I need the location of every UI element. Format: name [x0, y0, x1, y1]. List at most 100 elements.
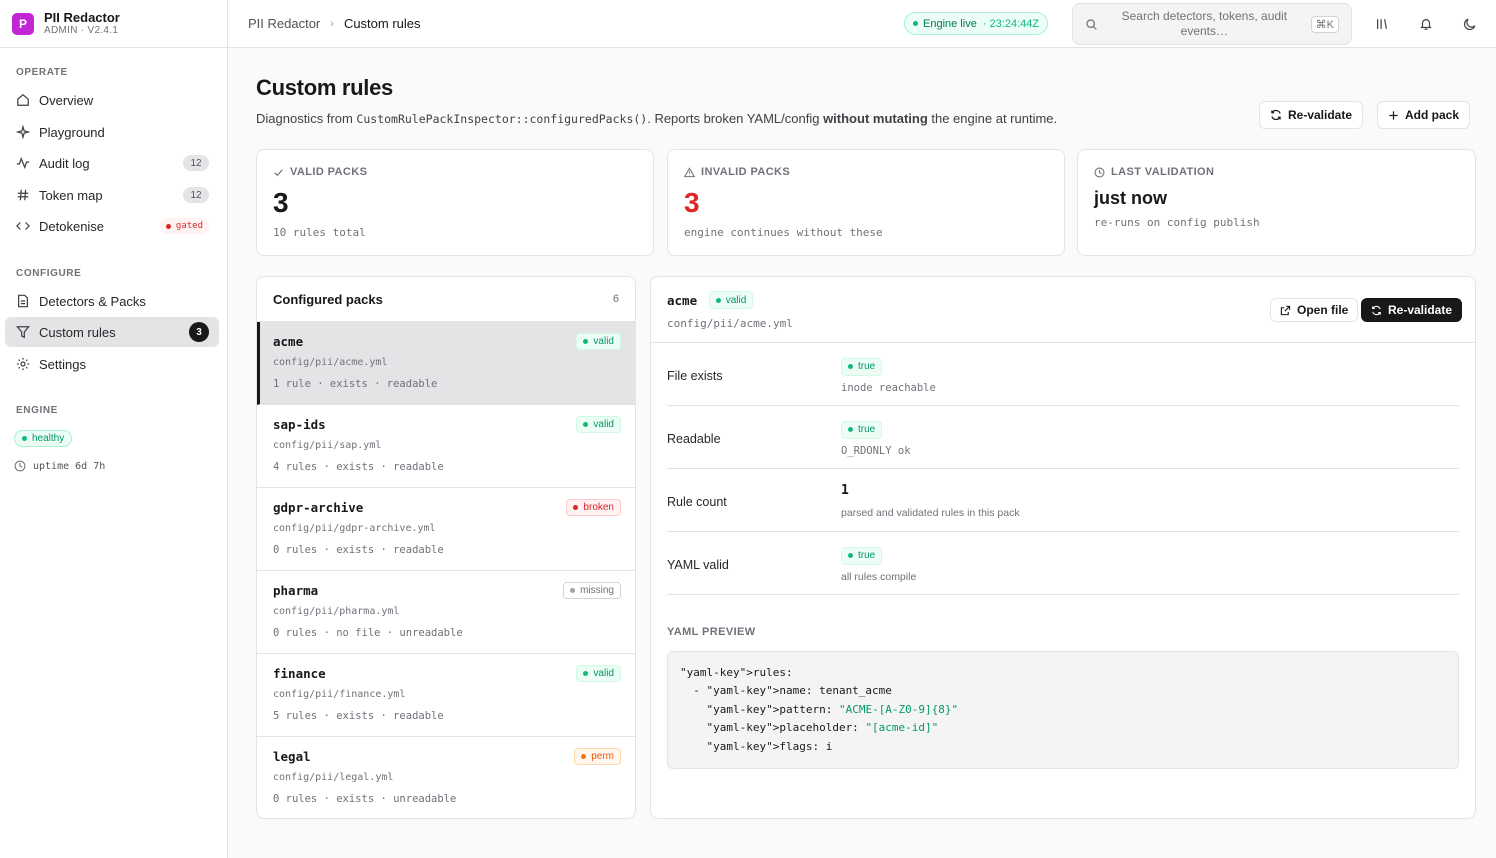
- yaml-preview-label: YAML PREVIEW: [667, 626, 756, 638]
- detail-revalidate-button[interactable]: Re-validate: [1361, 298, 1463, 322]
- true-badge: true: [841, 357, 883, 376]
- hash-icon: [15, 187, 31, 203]
- sidebar-item-settings[interactable]: Settings: [5, 349, 219, 379]
- detail-row-file-exists: File exists true inode reachable: [667, 343, 1459, 406]
- status-badge: perm: [574, 748, 621, 765]
- status-badge: valid: [576, 416, 621, 433]
- main-content: Custom rules Diagnostics from CustomRule…: [228, 48, 1496, 858]
- sidebar-item-token-map[interactable]: Token map 12: [5, 180, 219, 210]
- stat-value: just now: [1094, 188, 1167, 208]
- stat-valid-packs: VALID PACKS 3 10 rules total: [256, 149, 654, 256]
- stat-value: 3: [273, 187, 289, 218]
- pack-item[interactable]: finance config/pii/finance.yml 5 rules ·…: [257, 654, 635, 737]
- sidebar-item-detokenise[interactable]: Detokenise gated: [5, 211, 219, 241]
- detail-row-yaml-valid: YAML valid true all rules compile: [667, 532, 1459, 595]
- sidebar-item-custom-rules[interactable]: Custom rules 3: [5, 317, 219, 347]
- pack-item[interactable]: sap-ids config/pii/sap.yml 4 rules · exi…: [257, 405, 635, 488]
- detail-pack-name: acme: [667, 292, 698, 308]
- engine-status-pill: Engine live · 23:24:44Z: [904, 12, 1049, 35]
- yaml-line: "yaml-key">flags: i: [680, 739, 833, 753]
- sidebar-item-audit-log[interactable]: Audit log 12: [5, 148, 219, 178]
- sidebar-item-label: Playground: [39, 124, 105, 140]
- sidebar-item-label: Custom rules: [39, 324, 116, 340]
- sidebar-item-label: Settings: [39, 356, 86, 372]
- refresh-icon: [1271, 109, 1281, 121]
- page-title: Custom rules: [256, 75, 393, 100]
- breadcrumb-root[interactable]: PII Redactor: [248, 16, 320, 31]
- open-file-button[interactable]: Open file: [1270, 298, 1359, 322]
- sidebar-item-detectors-packs[interactable]: Detectors & Packs: [5, 286, 219, 316]
- detail-row-rule-count: Rule count 1 parsed and validated rules …: [667, 469, 1459, 532]
- breadcrumb-current: Custom rules: [343, 16, 421, 31]
- refresh-icon: [1372, 305, 1381, 315]
- stat-value: 3: [684, 187, 700, 218]
- check-icon: [274, 168, 283, 176]
- packs-count: 6: [612, 293, 619, 305]
- pack-item[interactable]: pharma config/pii/pharma.yml 0 rules · n…: [257, 571, 635, 654]
- top-bar: PII Redactor › Custom rules Engine live …: [228, 0, 1496, 48]
- stat-sub: re-runs on config publish: [1094, 216, 1260, 229]
- external-link-icon: [1280, 305, 1291, 315]
- status-badge: valid: [576, 333, 621, 350]
- panels-icon[interactable]: [1372, 14, 1392, 34]
- search-input[interactable]: Search detectors, tokens, audit events… …: [1072, 3, 1352, 45]
- sidebar-item-label: Overview: [39, 92, 94, 108]
- sidebar-item-overview[interactable]: Overview: [5, 85, 219, 115]
- yaml-line: "yaml-key">rules:: [680, 666, 793, 679]
- yaml-line: - "yaml-key">name: tenant_acme: [680, 684, 892, 698]
- brand-logo: P: [12, 12, 34, 35]
- sidebar-item-playground[interactable]: Playground: [5, 117, 219, 147]
- yaml-preview: "yaml-key">rules: - "yaml-key">name: ten…: [667, 651, 1459, 769]
- pack-item[interactable]: gdpr-archive config/pii/gdpr-archive.yml…: [257, 488, 635, 571]
- pack-item[interactable]: acme config/pii/acme.yml 1 rule · exists…: [257, 322, 635, 405]
- stat-last-validation: LAST VALIDATION just now re-runs on conf…: [1077, 149, 1476, 256]
- sidebar-item-label: Detectors & Packs: [39, 293, 146, 309]
- sidebar-item-label: Audit log: [39, 155, 90, 171]
- sidebar: P PII Redactor ADMIN · V2.4.1 OPERATE Ov…: [0, 0, 228, 858]
- sidebar-item-label: Token map: [39, 187, 103, 203]
- panel-title: Configured packs: [273, 291, 383, 307]
- stat-sub: engine continues without these: [684, 226, 883, 239]
- token-map-count: 12: [183, 187, 209, 203]
- true-badge: true: [841, 420, 883, 439]
- clock-icon: [1094, 166, 1105, 178]
- sparkle-icon: [15, 124, 31, 140]
- section-configure: CONFIGURE: [16, 268, 82, 279]
- pack-item[interactable]: legal config/pii/legal.yml 0 rules · exi…: [257, 737, 635, 818]
- plus-icon: [1389, 110, 1398, 120]
- detail-row-readable: Readable true O_RDONLY ok: [667, 406, 1459, 469]
- search-icon: [1085, 18, 1098, 31]
- gated-badge: gated: [159, 218, 209, 234]
- chevron-right-icon: ›: [330, 17, 334, 30]
- engine-health-badge: healthy: [14, 430, 73, 447]
- revalidate-button[interactable]: Re-validate: [1259, 101, 1364, 129]
- yaml-line: "yaml-key">pattern: "ACME-[A-Z0-9]{8}": [680, 702, 959, 716]
- warning-icon: [684, 166, 695, 177]
- uptime: uptime 6d 7h: [14, 460, 105, 472]
- filter-icon: [15, 324, 31, 340]
- file-icon: [15, 293, 31, 309]
- configured-packs-panel: Configured packs 6 acme config/pii/acme.…: [256, 276, 636, 819]
- stat-invalid-packs: INVALID PACKS 3 engine continues without…: [667, 149, 1065, 256]
- clock-icon: [14, 460, 26, 472]
- section-operate: OPERATE: [16, 67, 68, 78]
- status-badge: broken: [566, 499, 621, 516]
- status-badge: missing: [563, 582, 621, 599]
- add-pack-button[interactable]: Add pack: [1377, 101, 1471, 129]
- status-badge: valid: [576, 665, 621, 682]
- bell-icon[interactable]: [1416, 14, 1436, 34]
- gear-icon: [15, 356, 31, 372]
- true-badge: true: [841, 546, 883, 565]
- brand-name: PII Redactor: [44, 9, 120, 25]
- status-badge: valid: [708, 291, 754, 309]
- search-placeholder: Search detectors, tokens, audit events…: [1121, 9, 1288, 38]
- moon-icon[interactable]: [1460, 14, 1480, 34]
- brand[interactable]: P PII Redactor ADMIN · V2.4.1: [0, 0, 227, 48]
- code-icon: [15, 218, 31, 234]
- section-engine: ENGINE: [16, 405, 58, 416]
- custom-rules-count: 3: [189, 322, 209, 342]
- activity-icon: [15, 155, 31, 171]
- pack-detail-panel: acme valid config/pii/acme.yml Open file…: [650, 276, 1476, 819]
- stat-sub: 10 rules total: [273, 226, 366, 239]
- search-shortcut: ⌘K: [1310, 15, 1339, 33]
